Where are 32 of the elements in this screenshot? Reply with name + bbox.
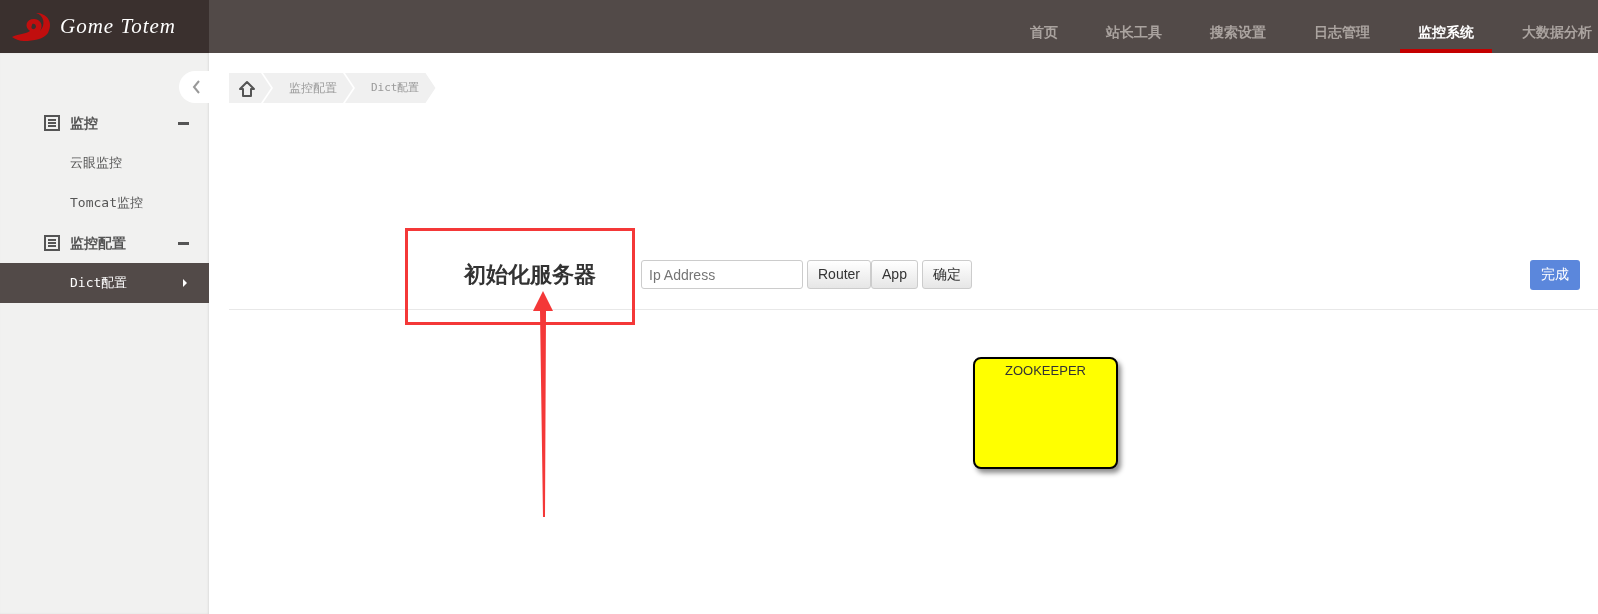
confirm-button[interactable]: 确定 [921, 260, 972, 289]
nav-tab[interactable]: 站长工具 [1106, 22, 1162, 53]
item-label: 云眼监控 [70, 154, 122, 173]
type-button[interactable]: Router [807, 260, 872, 289]
done-button[interactable]: 完成 [1530, 259, 1580, 290]
sidebar-item[interactable]: 云眼监控 [0, 143, 209, 183]
type-button[interactable]: App [871, 260, 918, 289]
caret-icon [183, 279, 187, 287]
item-label: Tomcat监控 [70, 194, 143, 213]
breadcrumb-item: Dict配置 [345, 73, 436, 103]
sidebar-item[interactable]: Tomcat监控 [0, 183, 209, 223]
server-node[interactable]: ZOOKEEPER [973, 357, 1118, 469]
chevron-left-icon [192, 80, 200, 94]
list-icon [44, 115, 60, 131]
item-label: Dict配置 [70, 274, 128, 293]
nav-tab[interactable]: 大数据分析 [1522, 22, 1598, 53]
group-label: 监控配置 [70, 233, 126, 253]
nav-tab[interactable]: 日志管理 [1314, 22, 1370, 53]
node-label: ZOOKEEPER [1005, 363, 1086, 378]
nav-tab[interactable]: 首页 [1030, 22, 1058, 53]
nav-tab[interactable]: 搜索设置 [1210, 22, 1266, 53]
list-icon [44, 235, 60, 251]
nav-tab[interactable]: 监控系统 [1400, 22, 1492, 53]
brand-name: Gome Totem [60, 12, 176, 40]
sidebar-item[interactable]: Dict配置 [0, 263, 209, 303]
sidebar-group[interactable]: 监控 [0, 103, 209, 143]
home-icon [238, 79, 256, 97]
ip-address-field[interactable]: Ip Address [641, 260, 803, 289]
sidebar-group[interactable]: 监控配置 [0, 223, 209, 263]
page-title: 初始化服务器 [464, 261, 596, 289]
home-breadcrumb[interactable] [229, 73, 271, 103]
group-label: 监控 [70, 113, 98, 133]
